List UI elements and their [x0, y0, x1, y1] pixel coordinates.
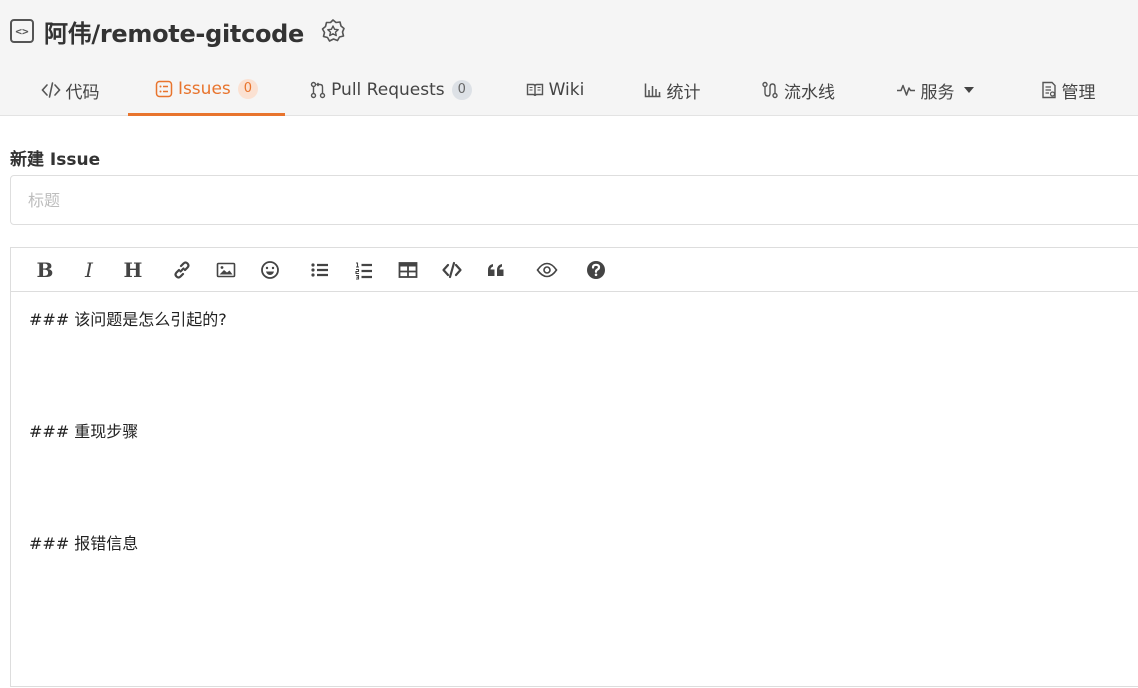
- issues-icon: [155, 80, 173, 98]
- chevron-down-icon: [963, 86, 975, 94]
- heading-icon: H: [123, 258, 143, 282]
- bold-icon: B: [36, 258, 54, 282]
- table-button[interactable]: [395, 258, 421, 282]
- heading-button[interactable]: H: [120, 258, 146, 282]
- tab-pipeline[interactable]: 流水线: [748, 64, 848, 116]
- chart-icon: [644, 82, 662, 98]
- repo-tabs: 代码 Issues 0 Pull Requests 0 Wiki 统计 流水线 …: [0, 64, 1138, 116]
- page-title: 新建 Issue: [10, 150, 101, 170]
- tab-label: 代码: [65, 82, 100, 103]
- emoji-icon: [261, 261, 279, 279]
- manage-icon: [1041, 81, 1057, 99]
- tab-statistics[interactable]: 统计: [630, 64, 714, 116]
- pull-requests-count-badge: 0: [451, 80, 472, 100]
- unordered-list-button[interactable]: [307, 258, 333, 282]
- ordered-list-icon: [355, 262, 372, 280]
- tab-label: 统计: [666, 82, 701, 103]
- ordered-list-button[interactable]: [351, 258, 377, 282]
- tab-label: Wiki: [548, 80, 585, 100]
- tab-label: 管理: [1061, 82, 1096, 103]
- help-icon: [587, 261, 605, 279]
- issue-title-input[interactable]: [10, 175, 1138, 225]
- tab-label: Pull Requests: [331, 80, 445, 100]
- tab-manage[interactable]: 管理: [1026, 64, 1110, 116]
- wiki-icon: [526, 82, 544, 98]
- tab-services[interactable]: 服务: [884, 64, 986, 116]
- service-icon: [896, 83, 916, 97]
- code-icon: <>: [10, 19, 34, 43]
- repo-header: <> 阿伟/remote-gitcode 代码 Issues 0 Pull Re…: [0, 0, 1138, 116]
- bold-button[interactable]: B: [32, 258, 58, 282]
- tab-label: 流水线: [784, 82, 835, 103]
- help-button[interactable]: [583, 258, 609, 282]
- repo-title: <> 阿伟/remote-gitcode: [10, 14, 346, 48]
- preview-button[interactable]: [532, 258, 562, 282]
- quote-icon: [488, 264, 504, 276]
- link-button[interactable]: [169, 258, 195, 282]
- table-icon: [398, 262, 418, 278]
- editor-content[interactable]: ### 该问题是怎么引起的? ### 重现步骤 ### 报错信息: [11, 292, 1138, 688]
- eye-icon: [536, 262, 558, 278]
- unordered-list-icon: [311, 263, 328, 277]
- pipeline-icon: [761, 81, 779, 99]
- link-icon: [174, 261, 190, 279]
- issues-count-badge: 0: [237, 78, 259, 99]
- quote-button[interactable]: [483, 258, 509, 282]
- italic-button[interactable]: I: [76, 258, 102, 282]
- code-icon: [442, 261, 462, 279]
- markdown-editor: B I H ### 该问题是怎么引起的? ### 重现步骤 ### 报错信息: [10, 247, 1138, 687]
- tab-wiki[interactable]: Wiki: [515, 64, 595, 116]
- editor-line: ### 该问题是怎么引起的?: [29, 310, 227, 329]
- italic-icon: I: [85, 258, 93, 282]
- code-icon: [40, 81, 61, 99]
- repo-name[interactable]: 阿伟/remote-gitcode: [44, 14, 304, 49]
- image-button[interactable]: [213, 258, 239, 282]
- code-button[interactable]: [439, 258, 465, 282]
- pull-request-icon: [310, 81, 326, 99]
- award-badge-icon[interactable]: [320, 18, 346, 44]
- image-icon: [216, 262, 236, 278]
- editor-line: ### 报错信息: [29, 534, 139, 553]
- emoji-button[interactable]: [257, 258, 283, 282]
- tab-label: Issues: [177, 78, 231, 99]
- tab-code[interactable]: 代码: [28, 64, 112, 116]
- tab-label: 服务: [920, 82, 955, 103]
- editor-toolbar: B I H: [11, 248, 1138, 292]
- tab-pull-requests[interactable]: Pull Requests 0: [305, 64, 477, 116]
- tab-issues[interactable]: Issues 0: [128, 64, 285, 116]
- editor-line: ### 重现步骤: [29, 422, 139, 441]
